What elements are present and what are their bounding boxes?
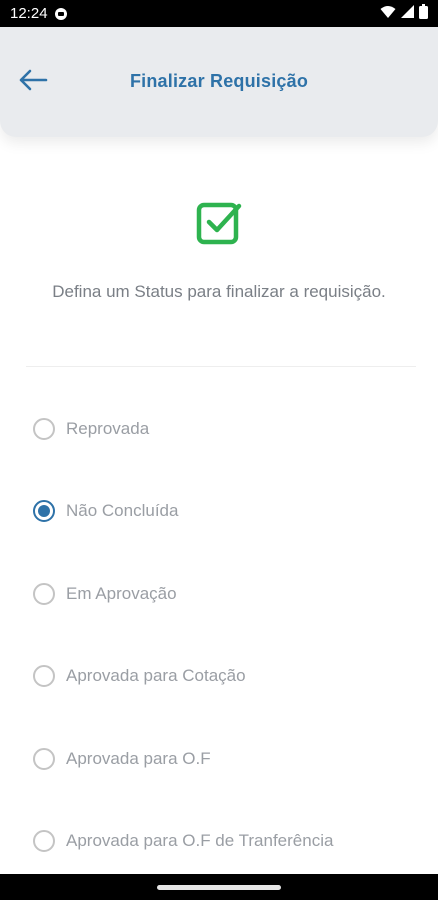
option-label: Aprovada para O.F	[66, 749, 211, 768]
notification-icon	[54, 7, 68, 21]
signal-icon	[401, 5, 414, 22]
battery-icon	[419, 4, 428, 23]
app-header: Finalizar Requisição	[0, 27, 438, 137]
status-time: 12:24	[10, 5, 48, 22]
status-bar: 12:24	[0, 0, 438, 27]
option-aprovada-of[interactable]: Aprovada para O.F	[33, 746, 211, 772]
wifi-icon	[380, 5, 396, 23]
radio-button-selected[interactable]	[33, 500, 55, 522]
radio-button[interactable]	[33, 748, 55, 770]
checkbox-checked-icon	[196, 200, 242, 246]
option-label: Aprovada para O.F de Tranferência	[66, 831, 334, 850]
radio-button[interactable]	[33, 583, 55, 605]
option-label: Em Aprovação	[66, 584, 177, 603]
home-indicator[interactable]	[157, 885, 281, 890]
option-aprovada-cotacao[interactable]: Aprovada para Cotação	[33, 663, 246, 689]
radio-button[interactable]	[33, 665, 55, 687]
page-title: Finalizar Requisição	[129, 71, 309, 91]
system-nav-bar	[0, 874, 438, 900]
option-label: Não Concluída	[66, 501, 179, 520]
option-nao-concluida[interactable]: Não Concluída	[33, 498, 178, 524]
option-label: Reprovada	[66, 419, 150, 438]
divider	[26, 366, 416, 367]
instruction-text: Defina um Status para finalizar a requis…	[52, 282, 386, 301]
radio-button[interactable]	[33, 418, 55, 440]
option-em-aprovacao[interactable]: Em Aprovação	[33, 581, 177, 607]
option-label: Aprovada para Cotação	[66, 666, 246, 685]
radio-button[interactable]	[33, 830, 55, 852]
option-aprovada-of-transferencia[interactable]: Aprovada para O.F de Tranferência	[33, 828, 333, 854]
option-reprovada[interactable]: Reprovada	[33, 416, 149, 442]
